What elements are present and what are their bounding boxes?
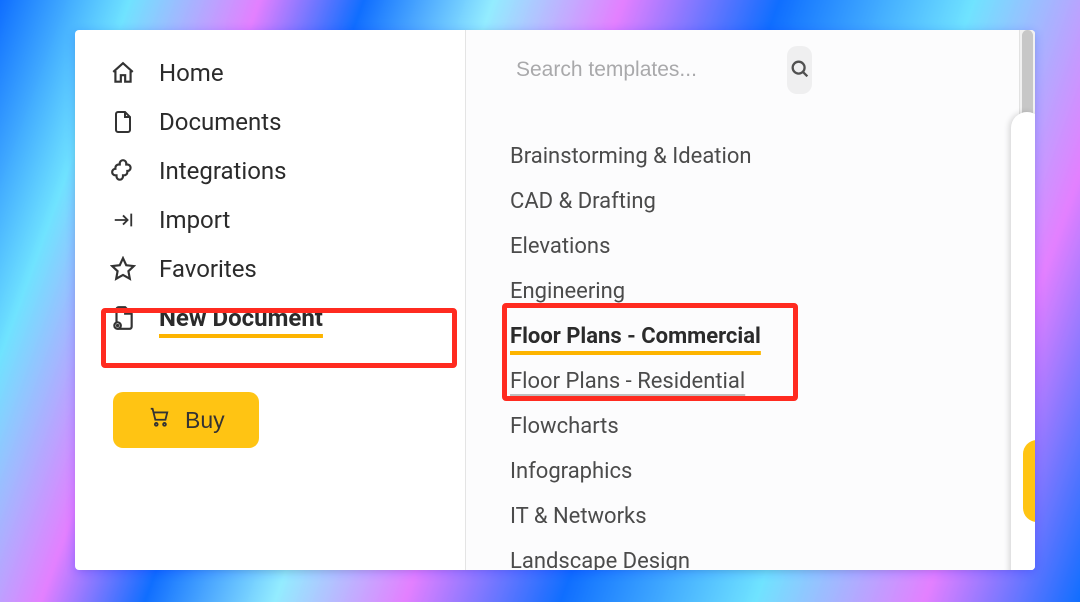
templates-column: Brainstorming & Ideation CAD & Drafting … bbox=[466, 30, 1035, 570]
category-item[interactable]: Elevations bbox=[510, 224, 1005, 269]
sidebar-item-integrations[interactable]: Integrations bbox=[109, 146, 455, 195]
sidebar-item-documents[interactable]: Documents bbox=[109, 97, 455, 146]
category-item[interactable]: Infographics bbox=[510, 449, 1005, 494]
category-item[interactable]: Engineering bbox=[510, 269, 1005, 314]
sidebar-item-home[interactable]: Home bbox=[109, 48, 455, 97]
documents-icon bbox=[109, 108, 137, 136]
sidebar-item-import[interactable]: Import bbox=[109, 195, 455, 244]
favorites-icon bbox=[109, 255, 137, 283]
search-input[interactable] bbox=[510, 46, 787, 94]
search-icon bbox=[789, 58, 811, 83]
category-item-floorplans-commercial[interactable]: Floor Plans - Commercial bbox=[510, 314, 1005, 359]
desktop-background: Home Documents Integrations bbox=[0, 0, 1080, 602]
sidebar-item-new-document[interactable]: New Document bbox=[109, 293, 455, 342]
category-item[interactable]: Flowcharts bbox=[510, 404, 1005, 449]
home-icon bbox=[109, 59, 137, 87]
category-item-floorplans-residential[interactable]: Floor Plans - Residential bbox=[510, 359, 1005, 404]
sidebar-item-label: Documents bbox=[159, 108, 282, 136]
sidebar-item-label: Integrations bbox=[159, 157, 287, 185]
app-window: Home Documents Integrations bbox=[75, 30, 1035, 570]
buy-button[interactable]: Buy bbox=[113, 392, 259, 448]
new-document-icon bbox=[109, 304, 137, 332]
category-item[interactable]: Brainstorming & Ideation bbox=[510, 134, 1005, 179]
sidebar-item-label: Import bbox=[159, 206, 230, 234]
search-templates bbox=[510, 46, 812, 94]
import-icon bbox=[109, 206, 137, 234]
sidebar-item-favorites[interactable]: Favorites bbox=[109, 244, 455, 293]
cart-icon bbox=[147, 406, 171, 434]
sidebar-item-label: Favorites bbox=[159, 255, 257, 283]
search-button[interactable] bbox=[787, 46, 812, 94]
category-item[interactable]: CAD & Drafting bbox=[510, 179, 1005, 224]
side-drawer-handle[interactable] bbox=[1023, 440, 1035, 522]
template-category-list: Brainstorming & Ideation CAD & Drafting … bbox=[510, 134, 1005, 570]
sidebar: Home Documents Integrations bbox=[75, 30, 465, 570]
sidebar-item-label: Home bbox=[159, 59, 224, 87]
sidebar-item-label: New Document bbox=[159, 304, 323, 332]
category-item[interactable]: IT & Networks bbox=[510, 494, 1005, 539]
integrations-icon bbox=[109, 157, 137, 185]
buy-button-label: Buy bbox=[185, 407, 225, 434]
category-item[interactable]: Landscape Design bbox=[510, 539, 1005, 570]
